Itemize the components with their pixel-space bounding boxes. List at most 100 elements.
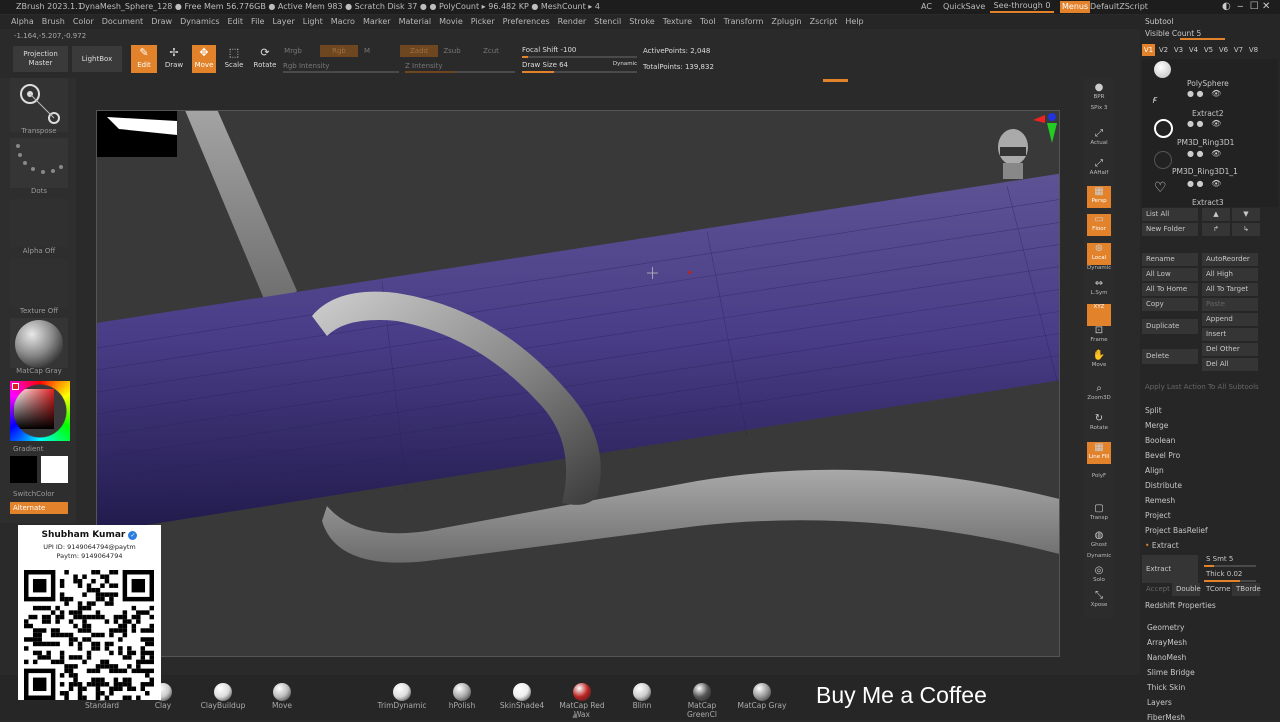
version-v7-button[interactable]: V7 bbox=[1232, 44, 1245, 56]
visibility-eye-icon[interactable]: ● ● 👁 bbox=[1187, 119, 1277, 128]
menu-alpha[interactable]: Alpha bbox=[0, 15, 38, 29]
align-button[interactable]: Align bbox=[1145, 466, 1164, 475]
z-intensity-slider[interactable] bbox=[405, 71, 515, 73]
shelf-move-button[interactable]: ✋ Move bbox=[1087, 350, 1111, 372]
hue-ring[interactable] bbox=[10, 381, 70, 441]
boolean-button[interactable]: Boolean bbox=[1145, 436, 1175, 445]
focal-shift-slider[interactable] bbox=[522, 56, 637, 58]
menu-draw[interactable]: Draw bbox=[147, 15, 176, 29]
arrow-down-right-icon[interactable]: ↳ bbox=[1232, 223, 1260, 236]
tcorne-toggle[interactable]: TCorne bbox=[1202, 583, 1231, 596]
project-basrelief-button[interactable]: Project BasRelief bbox=[1145, 526, 1208, 535]
brush-matcap-greencl[interactable]: MatCap GreenCl bbox=[672, 683, 732, 719]
menu-edit[interactable]: Edit bbox=[224, 15, 248, 29]
projection-master-button[interactable]: Projection Master bbox=[13, 46, 68, 72]
duplicate-button[interactable]: Duplicate bbox=[1142, 319, 1198, 334]
bevel-pro-button[interactable]: Bevel Pro bbox=[1145, 451, 1180, 460]
project-button[interactable]: Project bbox=[1145, 511, 1171, 520]
menu-tool[interactable]: Tool bbox=[696, 15, 720, 29]
merge-button[interactable]: Merge bbox=[1145, 421, 1168, 430]
new-folder-button[interactable]: New Folder bbox=[1142, 223, 1198, 236]
extract-button[interactable]: Extract bbox=[1142, 555, 1198, 583]
ac-button[interactable]: AC bbox=[921, 0, 932, 14]
rotate-mode-button[interactable]: ⟳ Rotate bbox=[252, 45, 278, 73]
shelf-transp-button[interactable]: ▢ Transp bbox=[1087, 503, 1111, 525]
append-button[interactable]: Append bbox=[1202, 313, 1258, 326]
version-v1-button[interactable]: V1 bbox=[1142, 44, 1155, 56]
subtool-item[interactable]: Extract3 bbox=[1192, 198, 1224, 207]
brush-matcap-gray[interactable]: MatCap Gray bbox=[732, 683, 792, 710]
menu-zplugin[interactable]: Zplugin bbox=[767, 15, 805, 29]
version-v2-button[interactable]: V2 bbox=[1157, 44, 1170, 56]
menu-document[interactable]: Document bbox=[98, 15, 147, 29]
dynamic-button[interactable]: Dynamic bbox=[612, 61, 638, 67]
shelf-spix-3-button[interactable]: SPix 3 bbox=[1087, 105, 1111, 127]
alternate-button[interactable]: Alternate bbox=[10, 502, 68, 514]
all-to-home-button[interactable]: All To Home bbox=[1142, 283, 1198, 296]
shelf-floor-button[interactable]: ▭ Floor bbox=[1087, 214, 1111, 236]
menu-picker[interactable]: Picker bbox=[467, 15, 499, 29]
remesh-button[interactable]: Remesh bbox=[1145, 496, 1175, 505]
menu-help[interactable]: Help bbox=[841, 15, 867, 29]
insert-button[interactable]: Insert bbox=[1202, 328, 1258, 341]
panel-group-layers[interactable]: Layers bbox=[1147, 698, 1172, 707]
shelf-zoom3d-button[interactable]: ⌕ Zoom3D bbox=[1087, 383, 1111, 405]
shelf-persp-button[interactable]: ▦ Persp bbox=[1087, 186, 1111, 208]
s-smt-track[interactable] bbox=[1204, 565, 1256, 567]
move-up-arrow-icon[interactable]: ▲ bbox=[1202, 208, 1230, 221]
color-picker[interactable] bbox=[10, 381, 70, 441]
shelf-rotate-button[interactable]: ↻ Rotate bbox=[1087, 413, 1111, 435]
thick-track[interactable] bbox=[1204, 580, 1256, 582]
extract-section-header[interactable]: • Extract bbox=[1145, 541, 1179, 550]
brush-blinn[interactable]: Blinn bbox=[612, 683, 672, 710]
menu-movie[interactable]: Movie bbox=[435, 15, 467, 29]
accept-button[interactable]: Accept bbox=[1142, 583, 1170, 596]
panel-group-arraymesh[interactable]: ArrayMesh bbox=[1147, 638, 1187, 647]
del-other-button[interactable]: Del Other bbox=[1202, 343, 1258, 356]
rgb-button[interactable]: Rgb bbox=[320, 45, 358, 57]
toolbar-handle[interactable] bbox=[823, 79, 848, 82]
shelf-bpr-button[interactable]: ● BPR bbox=[1087, 82, 1111, 104]
visibility-eye-icon[interactable]: ● ● 👁 bbox=[1187, 179, 1277, 188]
menu-file[interactable]: File bbox=[247, 15, 268, 29]
canvas-viewport[interactable] bbox=[96, 110, 1060, 657]
shelf-dynamic-button[interactable]: Dynamic bbox=[1087, 553, 1111, 563]
panel-group-nanomesh[interactable]: NanoMesh bbox=[1147, 653, 1186, 662]
shelf-solo-button[interactable]: ◎ Solo bbox=[1087, 565, 1111, 587]
shelf-xpose-button[interactable]: ⤡ Xpose bbox=[1087, 590, 1111, 612]
zsub-button[interactable]: Zsub bbox=[442, 47, 462, 55]
version-v5-button[interactable]: V5 bbox=[1202, 44, 1215, 56]
menu-texture[interactable]: Texture bbox=[659, 15, 696, 29]
tborde-toggle[interactable]: TBorde bbox=[1232, 583, 1261, 596]
lightbox-button[interactable]: LightBox bbox=[72, 46, 122, 72]
all-low-button[interactable]: All Low bbox=[1142, 268, 1198, 281]
subtool-item[interactable]: PM3D_Ring3D1_1 bbox=[1172, 167, 1238, 176]
window-controls-icon[interactable]: ◐ ‒ ☐ ✕ bbox=[1222, 0, 1270, 14]
list-all-button[interactable]: List All bbox=[1142, 208, 1198, 221]
shelf-local-button[interactable]: ⊛ Local bbox=[1087, 243, 1111, 265]
rename-button[interactable]: Rename bbox=[1142, 253, 1198, 266]
switch-color-button[interactable]: SwitchColor bbox=[0, 490, 73, 498]
zadd-button[interactable]: Zadd bbox=[400, 45, 438, 57]
shelf-actual-button[interactable]: ⤢ Actual bbox=[1087, 128, 1111, 150]
redshift-properties-button[interactable]: Redshift Properties bbox=[1145, 601, 1216, 610]
menu-light[interactable]: Light bbox=[299, 15, 327, 29]
visible-count-slider[interactable] bbox=[1180, 38, 1225, 40]
panel-group-thick-skin[interactable]: Thick Skin bbox=[1147, 683, 1185, 692]
menu-material[interactable]: Material bbox=[395, 15, 436, 29]
texture-button[interactable] bbox=[10, 259, 68, 307]
menu-macro[interactable]: Macro bbox=[327, 15, 359, 29]
alpha-button[interactable] bbox=[10, 199, 68, 247]
panel-group-geometry[interactable]: Geometry bbox=[1147, 623, 1184, 632]
apply-last-action-button[interactable]: Apply Last Action To All Subtools bbox=[1145, 383, 1259, 391]
brush-move[interactable]: Move bbox=[252, 683, 312, 710]
menu-marker[interactable]: Marker bbox=[359, 15, 395, 29]
menu-preferences[interactable]: Preferences bbox=[499, 15, 554, 29]
menu-stencil[interactable]: Stencil bbox=[590, 15, 625, 29]
draw-size-slider[interactable] bbox=[522, 71, 637, 73]
menu-render[interactable]: Render bbox=[554, 15, 590, 29]
scale-mode-button[interactable]: ⬚ Scale bbox=[222, 45, 246, 73]
menus-toggle[interactable]: Menus bbox=[1060, 1, 1091, 13]
material-button[interactable] bbox=[10, 318, 68, 368]
subtool-item[interactable]: Extract2 bbox=[1192, 109, 1224, 118]
